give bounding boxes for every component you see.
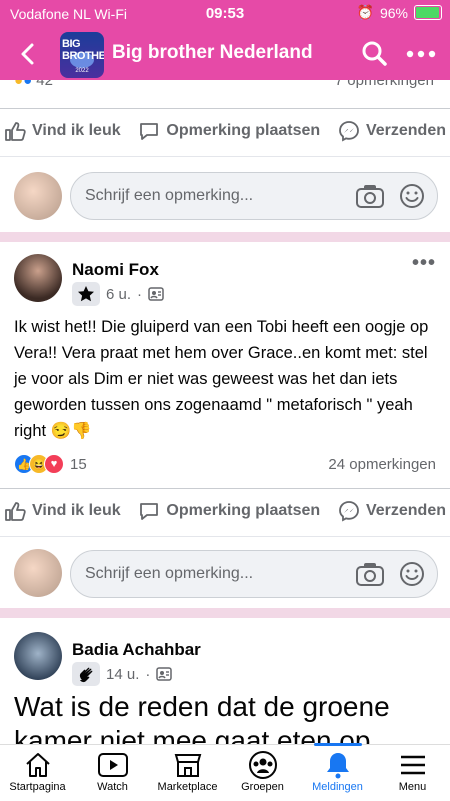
alarm-icon: ⏰ — [356, 4, 374, 20]
like-button[interactable]: Vind ik leuk — [4, 113, 121, 149]
author-name[interactable]: Naomi Fox — [72, 260, 159, 280]
previous-post-reactions: ●● 42 7 opmerkingen — [14, 80, 434, 92]
user-avatar — [14, 172, 62, 220]
divider — [0, 488, 450, 489]
nav-watch[interactable]: Watch — [75, 745, 150, 801]
previous-comment-count[interactable]: 7 opmerkingen — [335, 80, 434, 89]
reaction-summary[interactable]: 👍 😆 ♥ 15 — [14, 454, 87, 474]
share-button[interactable]: Verzenden — [338, 493, 446, 529]
group-title[interactable]: Big brother Nederland — [112, 42, 313, 64]
messenger-icon — [339, 501, 359, 522]
post-options-icon[interactable]: ••• — [412, 252, 436, 275]
post-separator — [0, 608, 450, 618]
star-badge-icon — [72, 282, 100, 306]
comment-icon — [140, 503, 159, 520]
back-arrow-icon[interactable] — [16, 42, 40, 66]
group-members-icon — [148, 287, 164, 301]
previous-reaction-count: 42 — [36, 80, 53, 89]
group-members-icon — [156, 667, 173, 681]
active-tab-indicator — [313, 743, 362, 746]
camera-icon[interactable] — [355, 561, 385, 587]
bottom-navigation: Startpagina Watch Marketplace Groepen Me… — [0, 743, 450, 801]
divider — [0, 108, 450, 109]
comment-button[interactable]: Opmerking plaatsen — [138, 113, 320, 149]
comment-placeholder: Schrijf een opmerking... — [85, 565, 254, 582]
comment-button[interactable]: Opmerking plaatsen — [138, 493, 320, 529]
comment-placeholder: Schrijf een opmerking... — [85, 187, 254, 204]
group-thumbnail[interactable]: BIG BROTHER 2022 — [60, 32, 104, 78]
nav-meldingen[interactable]: Meldingen — [300, 743, 375, 801]
nav-groepen[interactable]: Groepen — [225, 745, 300, 801]
emoji-icon[interactable] — [399, 183, 425, 209]
comment-input[interactable]: Schrijf een opmerking... — [70, 550, 438, 598]
messenger-icon — [339, 121, 359, 142]
comment-count[interactable]: 24 opmerkingen — [328, 456, 436, 473]
action-row: Vind ik leuk Opmerking plaatsen Verzende… — [0, 493, 450, 529]
action-row: Vind ik leuk Opmerking plaatsen Verzende… — [0, 113, 450, 149]
emoji-icon[interactable] — [399, 561, 425, 587]
author-avatar[interactable] — [14, 632, 62, 680]
post-text: Ik wist het!! Die gluiperd van een Tobi … — [14, 318, 429, 440]
marketplace-icon — [174, 754, 201, 777]
post-meta: 6 u. · — [72, 282, 164, 306]
post-separator — [0, 232, 450, 242]
thumbs-up-icon — [5, 122, 26, 141]
post-text: Wat is de reden dat de groene kamer niet… — [14, 691, 390, 744]
comment-input[interactable]: Schrijf een opmerking... — [70, 172, 438, 220]
reaction-icons: 👍 😆 ♥ — [14, 454, 64, 474]
wave-badge-icon — [72, 662, 100, 686]
camera-icon[interactable] — [355, 183, 385, 209]
post-naomi-fox: Naomi Fox 6 u. · ••• Ik wist het!! Die g… — [0, 242, 450, 602]
post-badia-achahbar: Badia Achahbar 14 u. · Wat is de reden d… — [0, 618, 450, 744]
home-icon — [25, 753, 50, 777]
status-right: ⏰ 96% — [357, 4, 442, 21]
status-bar: Vodafone NL Wi-Fi 09:53 ⏰ 96% — [0, 0, 450, 28]
battery-icon — [414, 5, 442, 20]
nav-startpagina[interactable]: Startpagina — [0, 745, 75, 801]
group-header: BIG BROTHER 2022 Big brother Nederland — [0, 28, 450, 80]
post-time[interactable]: 6 u. — [106, 286, 131, 303]
post-meta: 14 u. · — [72, 662, 173, 686]
love-reaction-icon: ♥ — [44, 454, 64, 474]
search-icon[interactable] — [362, 41, 388, 67]
author-name[interactable]: Badia Achahbar — [72, 640, 201, 660]
bell-icon — [326, 753, 349, 779]
thumbs-up-icon — [5, 502, 26, 521]
comment-composer: Schrijf een opmerking... — [0, 165, 450, 227]
menu-icon — [400, 755, 425, 775]
battery-percent: 96% — [379, 4, 408, 21]
post-time[interactable]: 14 u. — [106, 666, 139, 683]
author-avatar[interactable] — [14, 254, 62, 302]
nav-marketplace[interactable]: Marketplace — [150, 745, 225, 801]
like-button[interactable]: Vind ik leuk — [4, 493, 121, 529]
groups-icon — [248, 751, 277, 779]
share-button[interactable]: Verzenden — [338, 113, 446, 149]
comment-composer: Schrijf een opmerking... — [0, 544, 450, 602]
comment-icon — [140, 123, 159, 140]
user-avatar — [14, 549, 62, 597]
watch-icon — [97, 753, 128, 777]
more-options-icon[interactable] — [406, 50, 436, 58]
reaction-count: 15 — [70, 455, 87, 473]
nav-menu[interactable]: Menu — [375, 745, 450, 801]
